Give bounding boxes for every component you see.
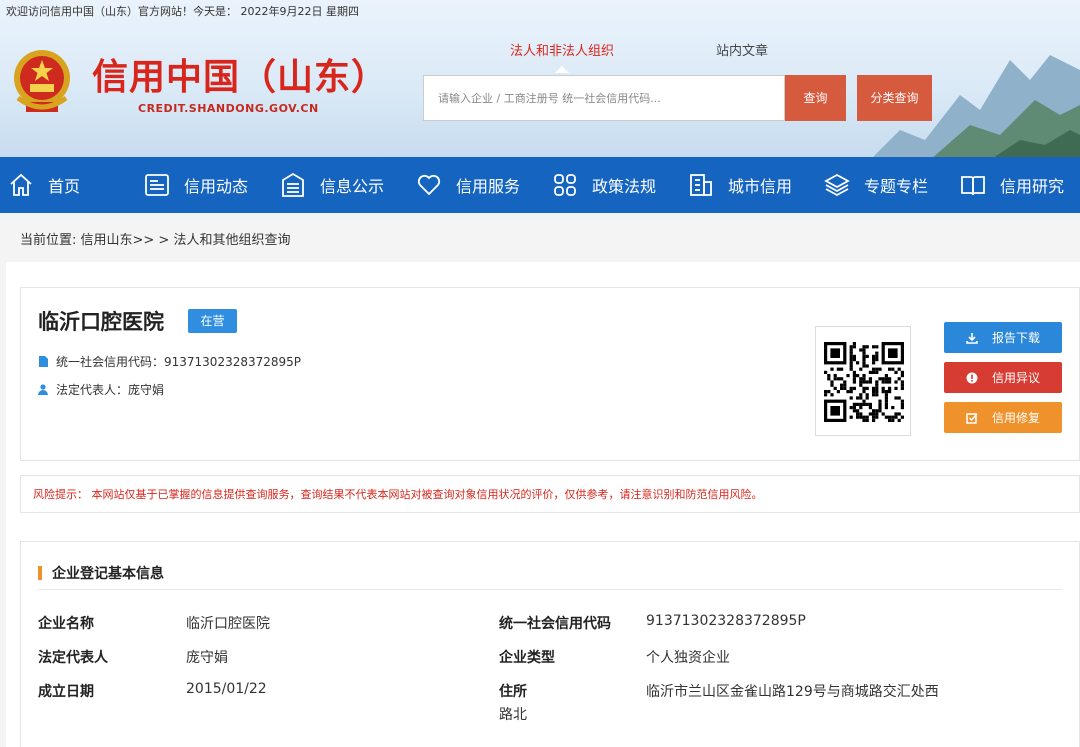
- nav-item-services[interactable]: 信用服务: [416, 157, 520, 213]
- credit-code-text: 统一社会信用代码：91371302328372895P: [56, 355, 302, 369]
- site-domain: CREDIT.SHANDONG.GOV.CN: [138, 102, 319, 115]
- document-icon: [39, 356, 48, 367]
- nav-item-label: 政策法规: [592, 177, 657, 196]
- credit-repair-label: 信用修复: [991, 411, 1040, 425]
- nav-item-city[interactable]: 城市信用: [688, 157, 792, 213]
- heart-icon: [417, 174, 441, 196]
- field-label-credit-code: 统一社会信用代码: [499, 616, 611, 632]
- field-label-company-name: 企业名称: [38, 616, 94, 632]
- field-value-legal-rep: 庞守娟: [186, 650, 228, 666]
- status-badge: 在营: [188, 309, 237, 333]
- nav-item-label: 专题专栏: [864, 177, 929, 196]
- welcome-text: 欢迎访问信用中国（山东）官方网站！今天是： 2022年9月22日 星期四: [6, 5, 359, 18]
- field-label-company-type: 企业类型: [499, 650, 555, 666]
- field-value-company-name: 临沂口腔医院: [186, 616, 270, 632]
- category-query-button[interactable]: 分类查询: [857, 75, 932, 121]
- nav-item-research[interactable]: 信用研究: [960, 157, 1064, 213]
- legal-rep-text: 法定代表人：庞守娟: [56, 383, 165, 397]
- field-value-address-continued: 路北: [499, 707, 527, 723]
- field-label-legal-rep: 法定代表人: [38, 650, 108, 666]
- download-icon: [966, 332, 978, 344]
- nav-item-disclosure[interactable]: 信息公示: [280, 157, 384, 213]
- search-input[interactable]: 请输入企业 / 工商注册号 统一社会信用代码...: [423, 75, 785, 121]
- search-tab-articles[interactable]: 站内文章: [716, 40, 768, 59]
- edit-checkbox-icon: [966, 412, 978, 424]
- company-card: [20, 287, 1080, 461]
- header-banner: 欢迎访问信用中国（山东）官方网站！今天是： 2022年9月22日 星期四 信用中…: [0, 0, 1080, 157]
- nav-item-label: 信用服务: [456, 177, 521, 196]
- risk-notice: 风险提示： 本网站仅基于已掌握的信息提供查询服务，查询结果不代表本网站对被查询对…: [20, 475, 1080, 513]
- report-download-label: 报告下载: [991, 331, 1040, 345]
- section-title: 企业登记基本信息: [38, 563, 164, 583]
- layers-icon: [824, 173, 850, 197]
- national-emblem-icon: [14, 50, 70, 112]
- nav-item-label: 首页: [48, 177, 81, 196]
- field-label-address: 住所: [499, 684, 527, 700]
- news-icon: [145, 174, 169, 196]
- credit-repair-button[interactable]: 信用修复: [944, 402, 1062, 433]
- company-name: 临沂口腔医院: [38, 310, 164, 334]
- section-title-text: 企业登记基本信息: [52, 566, 164, 582]
- credit-dispute-button[interactable]: 信用异议: [944, 362, 1062, 393]
- nav-item-news[interactable]: 信用动态: [144, 157, 248, 213]
- nav-item-home[interactable]: 首页: [8, 157, 80, 213]
- field-label-founded-date: 成立日期: [38, 684, 94, 700]
- main-nav: 首页 信用动态 信息公示 信用服务 政策法规 城市信用 专题专栏 信用研究: [0, 157, 1080, 213]
- field-value-company-type: 个人独资企业: [646, 650, 730, 666]
- report-download-button[interactable]: 报告下载: [944, 322, 1062, 353]
- site-title: 信用中国（山东）: [92, 57, 389, 98]
- nav-item-policy[interactable]: 政策法规: [552, 157, 656, 213]
- user-icon: [38, 384, 48, 395]
- query-button[interactable]: 查询: [785, 75, 846, 121]
- qr-code: [815, 326, 911, 436]
- field-value-address: 临沂市兰山区金雀山路129号与商城路交汇处西: [646, 684, 939, 700]
- field-value-founded-date: 2015/01/22: [186, 681, 267, 697]
- nav-item-label: 信用动态: [184, 177, 249, 196]
- field-value-credit-code: 91371302328372895P: [646, 613, 806, 629]
- nav-item-label: 城市信用: [728, 177, 793, 196]
- legal-rep-line: 法定代表人：庞守娟: [38, 381, 164, 398]
- building-icon: [690, 174, 712, 196]
- search-tab-organizations[interactable]: 法人和非法人组织: [510, 40, 614, 59]
- nav-item-label: 信用研究: [1000, 177, 1065, 196]
- qr-code-icon: [824, 342, 904, 422]
- credit-code-line: 统一社会信用代码：91371302328372895P: [38, 353, 301, 370]
- document-icon: [282, 172, 304, 197]
- registration-card: [20, 541, 1080, 747]
- book-icon: [961, 176, 985, 196]
- nav-item-topics[interactable]: 专题专栏: [824, 157, 928, 213]
- section-divider: [38, 589, 1062, 590]
- alert-icon: [966, 372, 978, 383]
- breadcrumb: 当前位置: 信用山东>> > 法人和其他组织查询: [20, 233, 291, 248]
- credit-dispute-label: 信用异议: [991, 371, 1040, 385]
- grid-icon: [554, 174, 576, 196]
- section-accent-bar: [38, 566, 42, 580]
- home-icon: [10, 173, 32, 196]
- nav-item-label: 信息公示: [320, 177, 385, 196]
